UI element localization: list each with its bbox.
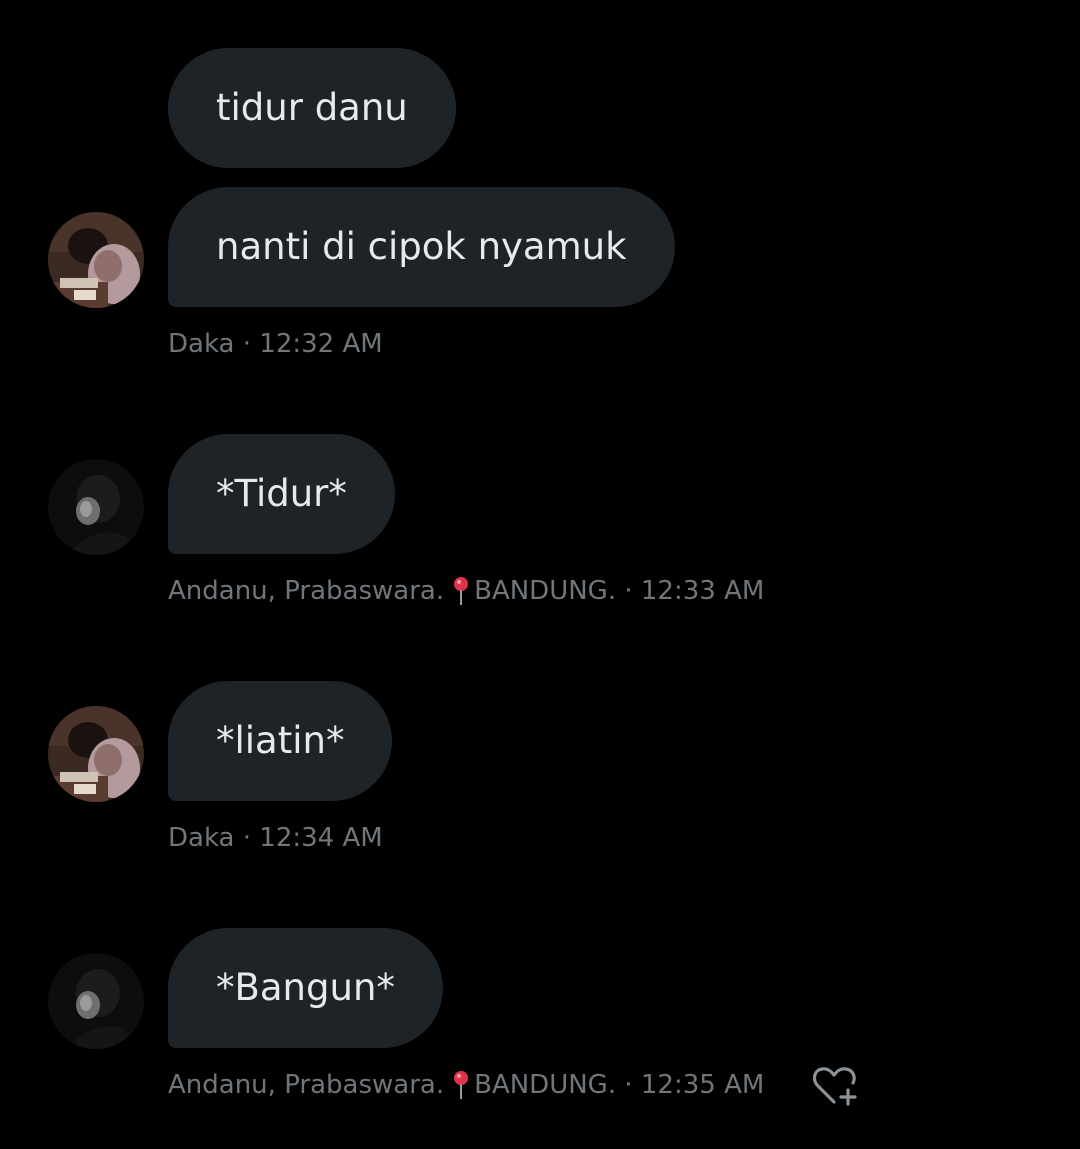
message-meta: Andanu, Prabaswara. BANDUNG. · 12:35 AM	[168, 1069, 764, 1101]
avatar-andanu[interactable]	[48, 953, 144, 1049]
avatar-image	[48, 953, 144, 1049]
separator: ·	[234, 823, 260, 853]
sender-name: Andanu, Prabaswara.	[168, 1070, 445, 1100]
message-bubble[interactable]: *Bangun*	[168, 928, 443, 1048]
separator: ·	[234, 329, 260, 359]
message-meta: Daka · 12:32 AM	[168, 328, 383, 360]
message-bubble[interactable]: *Tidur*	[168, 434, 395, 554]
round-pushpin-icon	[454, 1071, 469, 1099]
avatar-image	[48, 706, 144, 802]
message-bubble[interactable]: *liatin*	[168, 681, 393, 801]
sender-name: Andanu, Prabaswara.	[168, 576, 445, 606]
timestamp: 12:32 AM	[259, 329, 383, 359]
location: BANDUNG.	[474, 576, 617, 606]
avatar-image	[48, 459, 144, 555]
separator: ·	[616, 576, 641, 606]
timestamp: 12:35 AM	[640, 1070, 765, 1100]
message-bubble[interactable]: nanti di cipok nyamuk	[168, 187, 675, 307]
message-meta: Andanu, Prabaswara. BANDUNG. · 12:33 AM	[168, 575, 764, 607]
avatar-daka[interactable]	[48, 706, 144, 802]
avatar-daka[interactable]	[48, 212, 144, 308]
timestamp: 12:33 AM	[640, 576, 765, 606]
sender-name: Daka	[168, 329, 235, 359]
sender-name: Daka	[168, 823, 235, 853]
timestamp: 12:34 AM	[259, 823, 383, 853]
separator: ·	[616, 1070, 641, 1100]
message-meta: Daka · 12:34 AM	[168, 822, 383, 854]
location: BANDUNG.	[474, 1070, 617, 1100]
heart-plus-icon	[812, 1067, 857, 1106]
avatar-image	[48, 212, 144, 308]
avatar-andanu[interactable]	[48, 459, 144, 555]
message-bubble[interactable]: tidur danu	[168, 48, 456, 168]
add-reaction-button[interactable]	[810, 1064, 862, 1108]
dm-thread: tidur danu nanti di cipok nyamuk Daka · …	[0, 0, 1080, 1149]
round-pushpin-icon	[454, 577, 469, 605]
